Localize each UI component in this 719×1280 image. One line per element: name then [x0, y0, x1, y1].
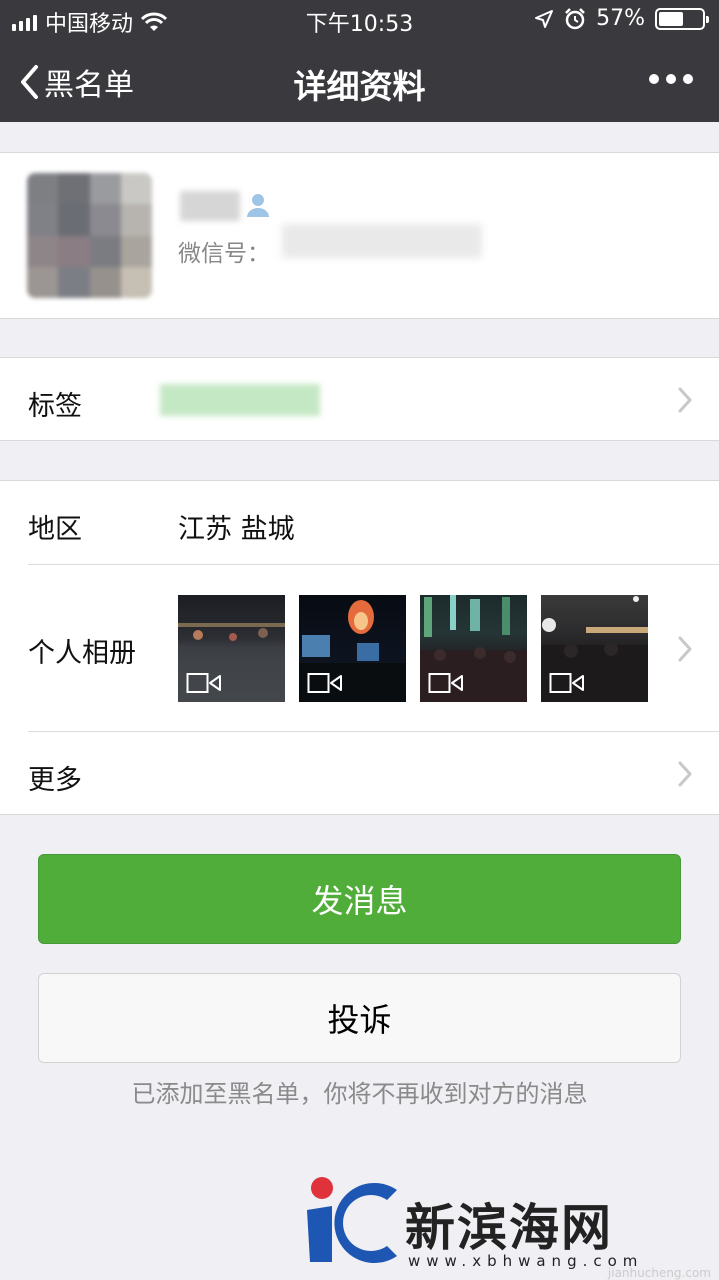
alarm-icon	[565, 7, 585, 29]
album-thumbnail-3[interactable]	[420, 595, 527, 702]
avatar[interactable]	[27, 173, 152, 298]
site-watermark: 新滨海网 www.xbhwang.com jianhucheng.com	[302, 1172, 719, 1280]
video-icon	[428, 673, 463, 693]
info-card: 地区 江苏 盐城 个人相册 更多	[0, 480, 719, 815]
page-title: 详细资料	[293, 67, 426, 106]
tags-value-redacted	[160, 384, 320, 416]
header: 中国移动 下午10:53 57% 黑名单 详细资料	[0, 0, 719, 122]
blacklist-note: 已添加至黑名单，你将不再收到对方的消息	[131, 1080, 588, 1108]
report-button[interactable]: 投诉	[38, 973, 681, 1063]
tags-label: 标签	[28, 391, 82, 422]
video-icon	[549, 673, 584, 693]
watermark-logo-icon	[307, 1177, 397, 1263]
more-dot-icon	[649, 74, 659, 84]
video-icon	[307, 673, 342, 693]
status-bar: 中国移动 下午10:53 57%	[0, 0, 719, 40]
wechat-id-redacted	[282, 224, 482, 258]
chevron-right-icon	[677, 386, 693, 414]
chevron-right-icon	[677, 635, 693, 663]
nickname-redacted	[180, 191, 240, 221]
more-row[interactable]: 更多	[0, 732, 719, 816]
battery-percent: 57%	[596, 6, 645, 31]
album-thumbnail-2[interactable]	[299, 595, 406, 702]
battery-icon	[655, 7, 709, 30]
more-options-button[interactable]	[649, 74, 693, 84]
album-thumbnail-4[interactable]	[541, 595, 648, 702]
location-icon	[535, 9, 554, 28]
more-label: 更多	[28, 765, 82, 796]
video-icon	[186, 673, 221, 693]
region-value: 江苏 盐城	[178, 514, 295, 545]
battery-fill	[659, 11, 683, 26]
more-dot-icon	[683, 74, 693, 84]
more-dot-icon	[666, 74, 676, 84]
status-right: 57%	[534, 6, 709, 31]
watermark-site-name: 新滨海网	[405, 1199, 613, 1257]
chevron-right-icon	[677, 760, 693, 788]
region-label: 地区	[28, 514, 82, 545]
album-thumbnail-1[interactable]	[178, 595, 285, 702]
album-label: 个人相册	[28, 638, 136, 669]
wechat-id-label: 微信号：	[178, 241, 270, 267]
contact-person-icon	[247, 194, 269, 217]
tags-row[interactable]: 标签	[0, 357, 719, 441]
watermark-url-secondary: jianhucheng.com	[607, 1266, 711, 1280]
navigation-bar: 黑名单 详细资料	[0, 40, 719, 122]
send-message-button[interactable]: 发消息	[38, 854, 681, 944]
